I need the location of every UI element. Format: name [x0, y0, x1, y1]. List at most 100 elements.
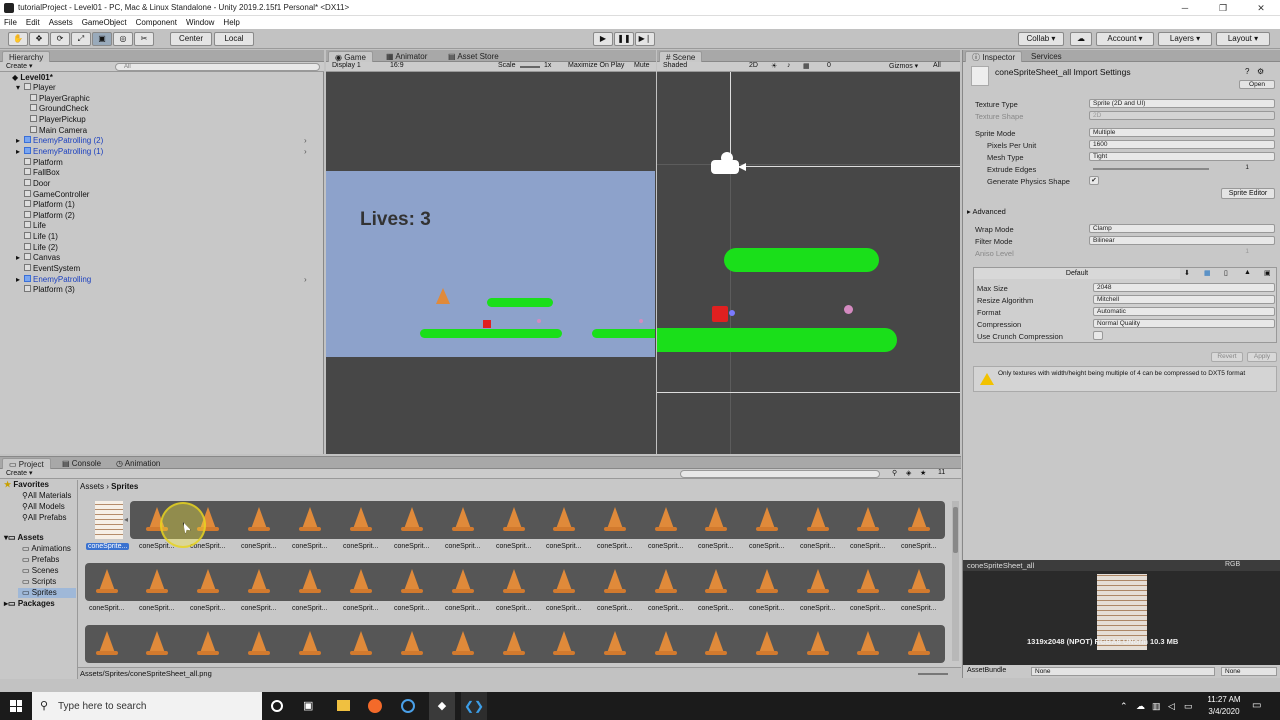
collab-button[interactable]: Collab ▾	[1018, 32, 1064, 46]
rect-tool-icon[interactable]: ▣	[92, 32, 112, 46]
cone-sprite[interactable]	[401, 569, 423, 595]
cone-sprite[interactable]	[807, 631, 829, 657]
menu-assets[interactable]: Assets	[49, 16, 73, 29]
notifications-icon[interactable]: ▭	[1252, 700, 1261, 711]
inspector-field-value[interactable]: Automatic	[1093, 307, 1275, 316]
tab-inspector[interactable]: ⓘ Inspector	[965, 51, 1023, 62]
open-button[interactable]: Open	[1239, 80, 1275, 89]
game-view[interactable]: Lives: 3	[326, 171, 655, 357]
tab-hierarchy[interactable]: Hierarchy	[2, 51, 51, 62]
cone-sprite[interactable]	[146, 631, 168, 657]
minimize-button[interactable]: ─	[1166, 0, 1204, 16]
hierarchy-item[interactable]: Platform	[16, 157, 63, 168]
expand-arrow-icon[interactable]: ◂	[124, 515, 128, 524]
assetbundle-select[interactable]: None	[1031, 667, 1215, 676]
cone-sprite[interactable]	[197, 631, 219, 657]
effects-icon[interactable]: ▦	[803, 62, 810, 70]
cone-sprite[interactable]	[401, 507, 423, 533]
life-pickup[interactable]	[844, 305, 853, 314]
clock-time[interactable]: 11:27 AM	[1206, 695, 1242, 704]
platform[interactable]	[657, 328, 897, 352]
hierarchy-item[interactable]: Main Camera	[22, 125, 87, 136]
pause-button[interactable]: ❚❚	[614, 32, 634, 46]
step-button[interactable]: ▶❘	[635, 32, 655, 46]
foldout-arrow-icon[interactable]: ▸	[16, 253, 24, 263]
ime-icon[interactable]: ▭	[1184, 701, 1193, 712]
cone-sprite[interactable]	[503, 507, 525, 533]
revert-button[interactable]: Revert	[1211, 352, 1243, 362]
cone-sprite[interactable]	[350, 631, 372, 657]
cone-sprite[interactable]	[553, 631, 575, 657]
cone-sprite[interactable]	[705, 507, 727, 533]
maximize-button[interactable]: ❐	[1204, 0, 1242, 16]
cone-sprite[interactable]	[553, 569, 575, 595]
hierarchy-item[interactable]: Life (2)	[16, 242, 58, 253]
audio-icon[interactable]: ♪	[787, 62, 791, 69]
unity-taskbar-icon[interactable]: ◆	[429, 692, 455, 720]
hierarchy-item[interactable]: Door	[16, 178, 50, 189]
cone-sprite[interactable]	[807, 507, 829, 533]
camera-gizmo-icon[interactable]	[711, 152, 747, 178]
foldout-arrow-icon[interactable]: ▾	[16, 83, 24, 93]
scene-root-row[interactable]: ◆ Level01*	[12, 73, 53, 83]
hierarchy-item[interactable]: ▸ EnemyPatrolling (1) ›	[16, 146, 307, 157]
lighting-icon[interactable]: ☀	[771, 62, 777, 70]
hierarchy-item[interactable]: ▾ Player	[16, 83, 56, 93]
tab-asset-store[interactable]: ▤ Asset Store	[442, 51, 505, 62]
hierarchy-item[interactable]: Platform (2)	[16, 210, 75, 221]
icon-size-slider[interactable]	[918, 673, 948, 675]
hierarchy-item[interactable]: GameController	[16, 189, 89, 200]
cone-sprite[interactable]	[503, 631, 525, 657]
cone-sprite[interactable]	[655, 507, 677, 533]
cone-sprite[interactable]	[350, 507, 372, 533]
inspector-field-value[interactable]: Mitchell	[1093, 295, 1275, 304]
transform-tool-icon[interactable]: ◎	[113, 32, 133, 46]
cone-sprite[interactable]	[807, 569, 829, 595]
hierarchy-item[interactable]: ▸ EnemyPatrolling ›	[16, 274, 307, 285]
cone-sprite[interactable]	[655, 569, 677, 595]
task-view-icon[interactable]: ▣	[303, 699, 313, 712]
cone-sprite[interactable]	[299, 569, 321, 595]
cone-sprite[interactable]	[857, 631, 879, 657]
mute-toggle[interactable]: Mute	[634, 62, 650, 69]
custom-tool-icon[interactable]: ✂	[134, 32, 154, 46]
cone-sprite[interactable]	[96, 569, 118, 595]
inspector-field-value[interactable]: Tight	[1089, 152, 1275, 161]
cone-sprite[interactable]	[503, 569, 525, 595]
scene-search-input[interactable]: All	[933, 62, 941, 69]
assetbundle-variant-select[interactable]: None	[1221, 667, 1277, 676]
menu-window[interactable]: Window	[186, 16, 214, 29]
cone-sprite[interactable]	[401, 631, 423, 657]
cone-sprite[interactable]	[96, 631, 118, 657]
close-button[interactable]: ✕	[1242, 0, 1280, 16]
hierarchy-item[interactable]: PlayerGraphic	[22, 93, 90, 104]
hierarchy-item[interactable]: GroundCheck	[22, 104, 88, 114]
cortana-icon[interactable]	[271, 700, 283, 712]
scale-slider[interactable]	[520, 66, 540, 68]
shading-select[interactable]: Shaded	[663, 62, 687, 69]
hierarchy-item[interactable]: EventSystem	[16, 264, 80, 274]
help-icon[interactable]: ?	[1245, 67, 1249, 76]
hierarchy-item[interactable]: Life (1)	[16, 232, 58, 242]
cone-sprite[interactable]	[248, 569, 270, 595]
tray-chevron-icon[interactable]: ⌃	[1120, 701, 1128, 712]
taskbar-search[interactable]: ⚲ Type here to search	[32, 692, 262, 720]
file-explorer-icon[interactable]	[337, 700, 350, 711]
menu-file[interactable]: File	[4, 16, 17, 29]
platform[interactable]	[724, 248, 879, 272]
spritesheet-thumbnail[interactable]	[95, 501, 123, 539]
menu-gameobject[interactable]: GameObject	[82, 16, 127, 29]
tab-animator[interactable]: ▦ Animator	[380, 51, 433, 62]
cone-sprite[interactable]	[908, 631, 930, 657]
account-button[interactable]: Account ▾	[1096, 32, 1154, 46]
cone-sprite[interactable]	[452, 569, 474, 595]
hierarchy-search-input[interactable]: All	[115, 63, 320, 71]
foldout-arrow-icon[interactable]: ▸	[16, 275, 24, 285]
mobile-icon[interactable]: ▯	[1224, 269, 1228, 277]
pivot-center-button[interactable]: Center	[170, 32, 212, 46]
aspect-select[interactable]: 16:9	[390, 62, 404, 69]
cone-sprite[interactable]	[604, 631, 626, 657]
volume-icon[interactable]: ◁	[1168, 701, 1175, 712]
hierarchy-item[interactable]: ▸ Canvas	[16, 253, 60, 263]
download-icon[interactable]: ⬇	[1184, 269, 1190, 277]
